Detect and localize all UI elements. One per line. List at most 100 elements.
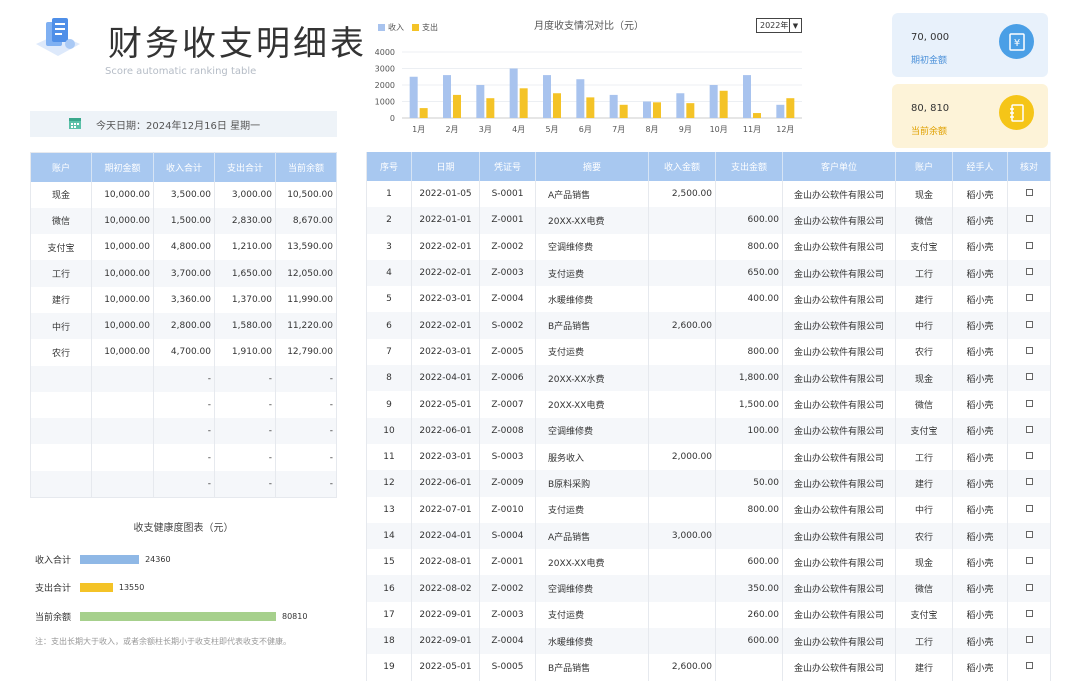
table-cell[interactable]: 金山办公软件有限公司 <box>782 286 896 313</box>
verify-checkbox[interactable] <box>1025 399 1033 407</box>
table-cell[interactable]: 1,500.00 <box>153 207 215 235</box>
table-cell[interactable]: 1,650.00 <box>214 260 276 287</box>
table-cell[interactable]: 空调维修费 <box>535 233 649 260</box>
table-cell[interactable]: 7 <box>366 338 412 366</box>
table-cell[interactable]: 4,800.00 <box>153 234 215 261</box>
table-cell[interactable]: Z-0002 <box>479 233 536 260</box>
table-cell[interactable]: 稻小壳 <box>952 181 1008 208</box>
table-cell[interactable]: 农行 <box>895 522 953 550</box>
table-cell[interactable]: 金山办公软件有限公司 <box>782 654 896 681</box>
table-cell[interactable]: 建行 <box>895 470 953 497</box>
table-cell[interactable]: 稻小壳 <box>952 628 1008 655</box>
table-cell[interactable]: 10,000.00 <box>91 339 154 366</box>
table-cell[interactable]: 建行 <box>30 286 92 313</box>
table-cell[interactable]: 金山办公软件有限公司 <box>782 338 896 366</box>
table-cell[interactable] <box>91 391 154 419</box>
table-cell[interactable]: 微信 <box>895 575 953 602</box>
table-cell[interactable]: 金山办公软件有限公司 <box>782 417 896 444</box>
verify-checkbox[interactable] <box>1025 504 1033 512</box>
table-cell[interactable]: S-0004 <box>479 522 536 550</box>
table-cell[interactable]: 18 <box>366 628 412 655</box>
verify-checkbox[interactable] <box>1025 373 1033 381</box>
table-cell[interactable]: - <box>153 470 215 498</box>
table-cell[interactable]: 5 <box>366 286 412 313</box>
table-cell[interactable]: 工行 <box>30 260 92 287</box>
table-cell[interactable]: S-0003 <box>479 443 536 471</box>
table-cell[interactable]: 支付宝 <box>895 601 953 629</box>
verify-checkbox[interactable] <box>1025 320 1033 328</box>
table-cell[interactable]: 工行 <box>895 259 953 287</box>
table-cell[interactable]: 金山办公软件有限公司 <box>782 575 896 602</box>
table-cell[interactable]: 13 <box>366 496 412 523</box>
table-cell[interactable]: 2,000.00 <box>648 443 716 471</box>
table-cell[interactable]: 金山办公软件有限公司 <box>782 549 896 576</box>
table-cell[interactable]: 金山办公软件有限公司 <box>782 391 896 418</box>
table-cell[interactable] <box>648 391 716 418</box>
table-cell[interactable]: 20XX-XX电费 <box>535 391 649 418</box>
table-cell[interactable]: 支付运费 <box>535 601 649 629</box>
table-cell[interactable]: - <box>153 391 215 419</box>
table-cell[interactable]: - <box>153 365 215 392</box>
table-cell[interactable]: - <box>214 444 276 471</box>
table-cell[interactable]: 3,700.00 <box>153 260 215 287</box>
table-cell[interactable] <box>648 207 716 234</box>
table-cell[interactable]: 稻小壳 <box>952 365 1008 392</box>
table-cell[interactable]: 3,500.00 <box>153 181 215 208</box>
table-cell[interactable]: 2022-01-01 <box>411 207 480 234</box>
table-cell[interactable] <box>648 259 716 287</box>
table-cell[interactable]: 微信 <box>895 391 953 418</box>
table-cell[interactable]: 金山办公软件有限公司 <box>782 312 896 339</box>
table-cell[interactable]: 水暖维修费 <box>535 628 649 655</box>
table-cell[interactable]: 2022-04-01 <box>411 365 480 392</box>
table-cell[interactable]: Z-0004 <box>479 286 536 313</box>
table-cell[interactable]: 3,360.00 <box>153 286 215 313</box>
table-cell[interactable]: 服务收入 <box>535 443 649 471</box>
table-cell[interactable]: Z-0008 <box>479 417 536 444</box>
table-cell[interactable]: 支付运费 <box>535 338 649 366</box>
table-cell[interactable]: Z-0002 <box>479 575 536 602</box>
table-cell[interactable] <box>648 601 716 629</box>
table-cell[interactable]: 600.00 <box>715 628 783 655</box>
table-cell[interactable]: 1,210.00 <box>214 234 276 261</box>
table-cell[interactable]: 金山办公软件有限公司 <box>782 628 896 655</box>
table-cell[interactable]: 16 <box>366 575 412 602</box>
chevron-down-icon[interactable]: ▼ <box>789 19 801 32</box>
table-cell[interactable]: - <box>214 470 276 498</box>
table-cell[interactable]: 稻小壳 <box>952 601 1008 629</box>
table-cell[interactable]: 金山办公软件有限公司 <box>782 181 896 208</box>
table-cell[interactable]: 6 <box>366 312 412 339</box>
table-cell[interactable]: A产品销售 <box>535 181 649 208</box>
table-cell[interactable]: 1,500.00 <box>715 391 783 418</box>
table-cell[interactable]: 3 <box>366 233 412 260</box>
table-cell[interactable]: S-0001 <box>479 181 536 208</box>
table-cell[interactable]: 14 <box>366 522 412 550</box>
table-cell[interactable]: 600.00 <box>715 549 783 576</box>
table-cell[interactable]: 2022-04-01 <box>411 522 480 550</box>
verify-checkbox[interactable] <box>1025 346 1033 354</box>
table-cell[interactable]: - <box>275 365 337 392</box>
table-cell[interactable]: Z-0009 <box>479 470 536 497</box>
table-cell[interactable]: 金山办公软件有限公司 <box>782 207 896 234</box>
table-cell[interactable]: - <box>214 365 276 392</box>
table-cell[interactable] <box>648 575 716 602</box>
table-cell[interactable]: 2022-08-02 <box>411 575 480 602</box>
table-cell[interactable]: 中行 <box>895 496 953 523</box>
table-cell[interactable]: 50.00 <box>715 470 783 497</box>
table-cell[interactable]: 金山办公软件有限公司 <box>782 522 896 550</box>
table-cell[interactable]: 400.00 <box>715 286 783 313</box>
table-cell[interactable]: 17 <box>366 601 412 629</box>
table-cell[interactable] <box>91 365 154 392</box>
table-cell[interactable]: 2022-03-01 <box>411 443 480 471</box>
table-cell[interactable]: 2022-02-01 <box>411 312 480 339</box>
verify-checkbox[interactable] <box>1025 636 1033 644</box>
verify-checkbox[interactable] <box>1025 478 1033 486</box>
table-cell[interactable]: 8,670.00 <box>275 207 337 235</box>
table-cell[interactable]: 稻小壳 <box>952 286 1008 313</box>
table-cell[interactable] <box>715 312 783 339</box>
table-cell[interactable]: 1,580.00 <box>214 312 276 340</box>
table-cell[interactable]: 3,000.00 <box>214 181 276 208</box>
table-cell[interactable]: 12,790.00 <box>275 339 337 366</box>
table-cell[interactable]: 金山办公软件有限公司 <box>782 259 896 287</box>
table-cell[interactable]: Z-0001 <box>479 549 536 576</box>
table-cell[interactable]: 1,910.00 <box>214 339 276 366</box>
